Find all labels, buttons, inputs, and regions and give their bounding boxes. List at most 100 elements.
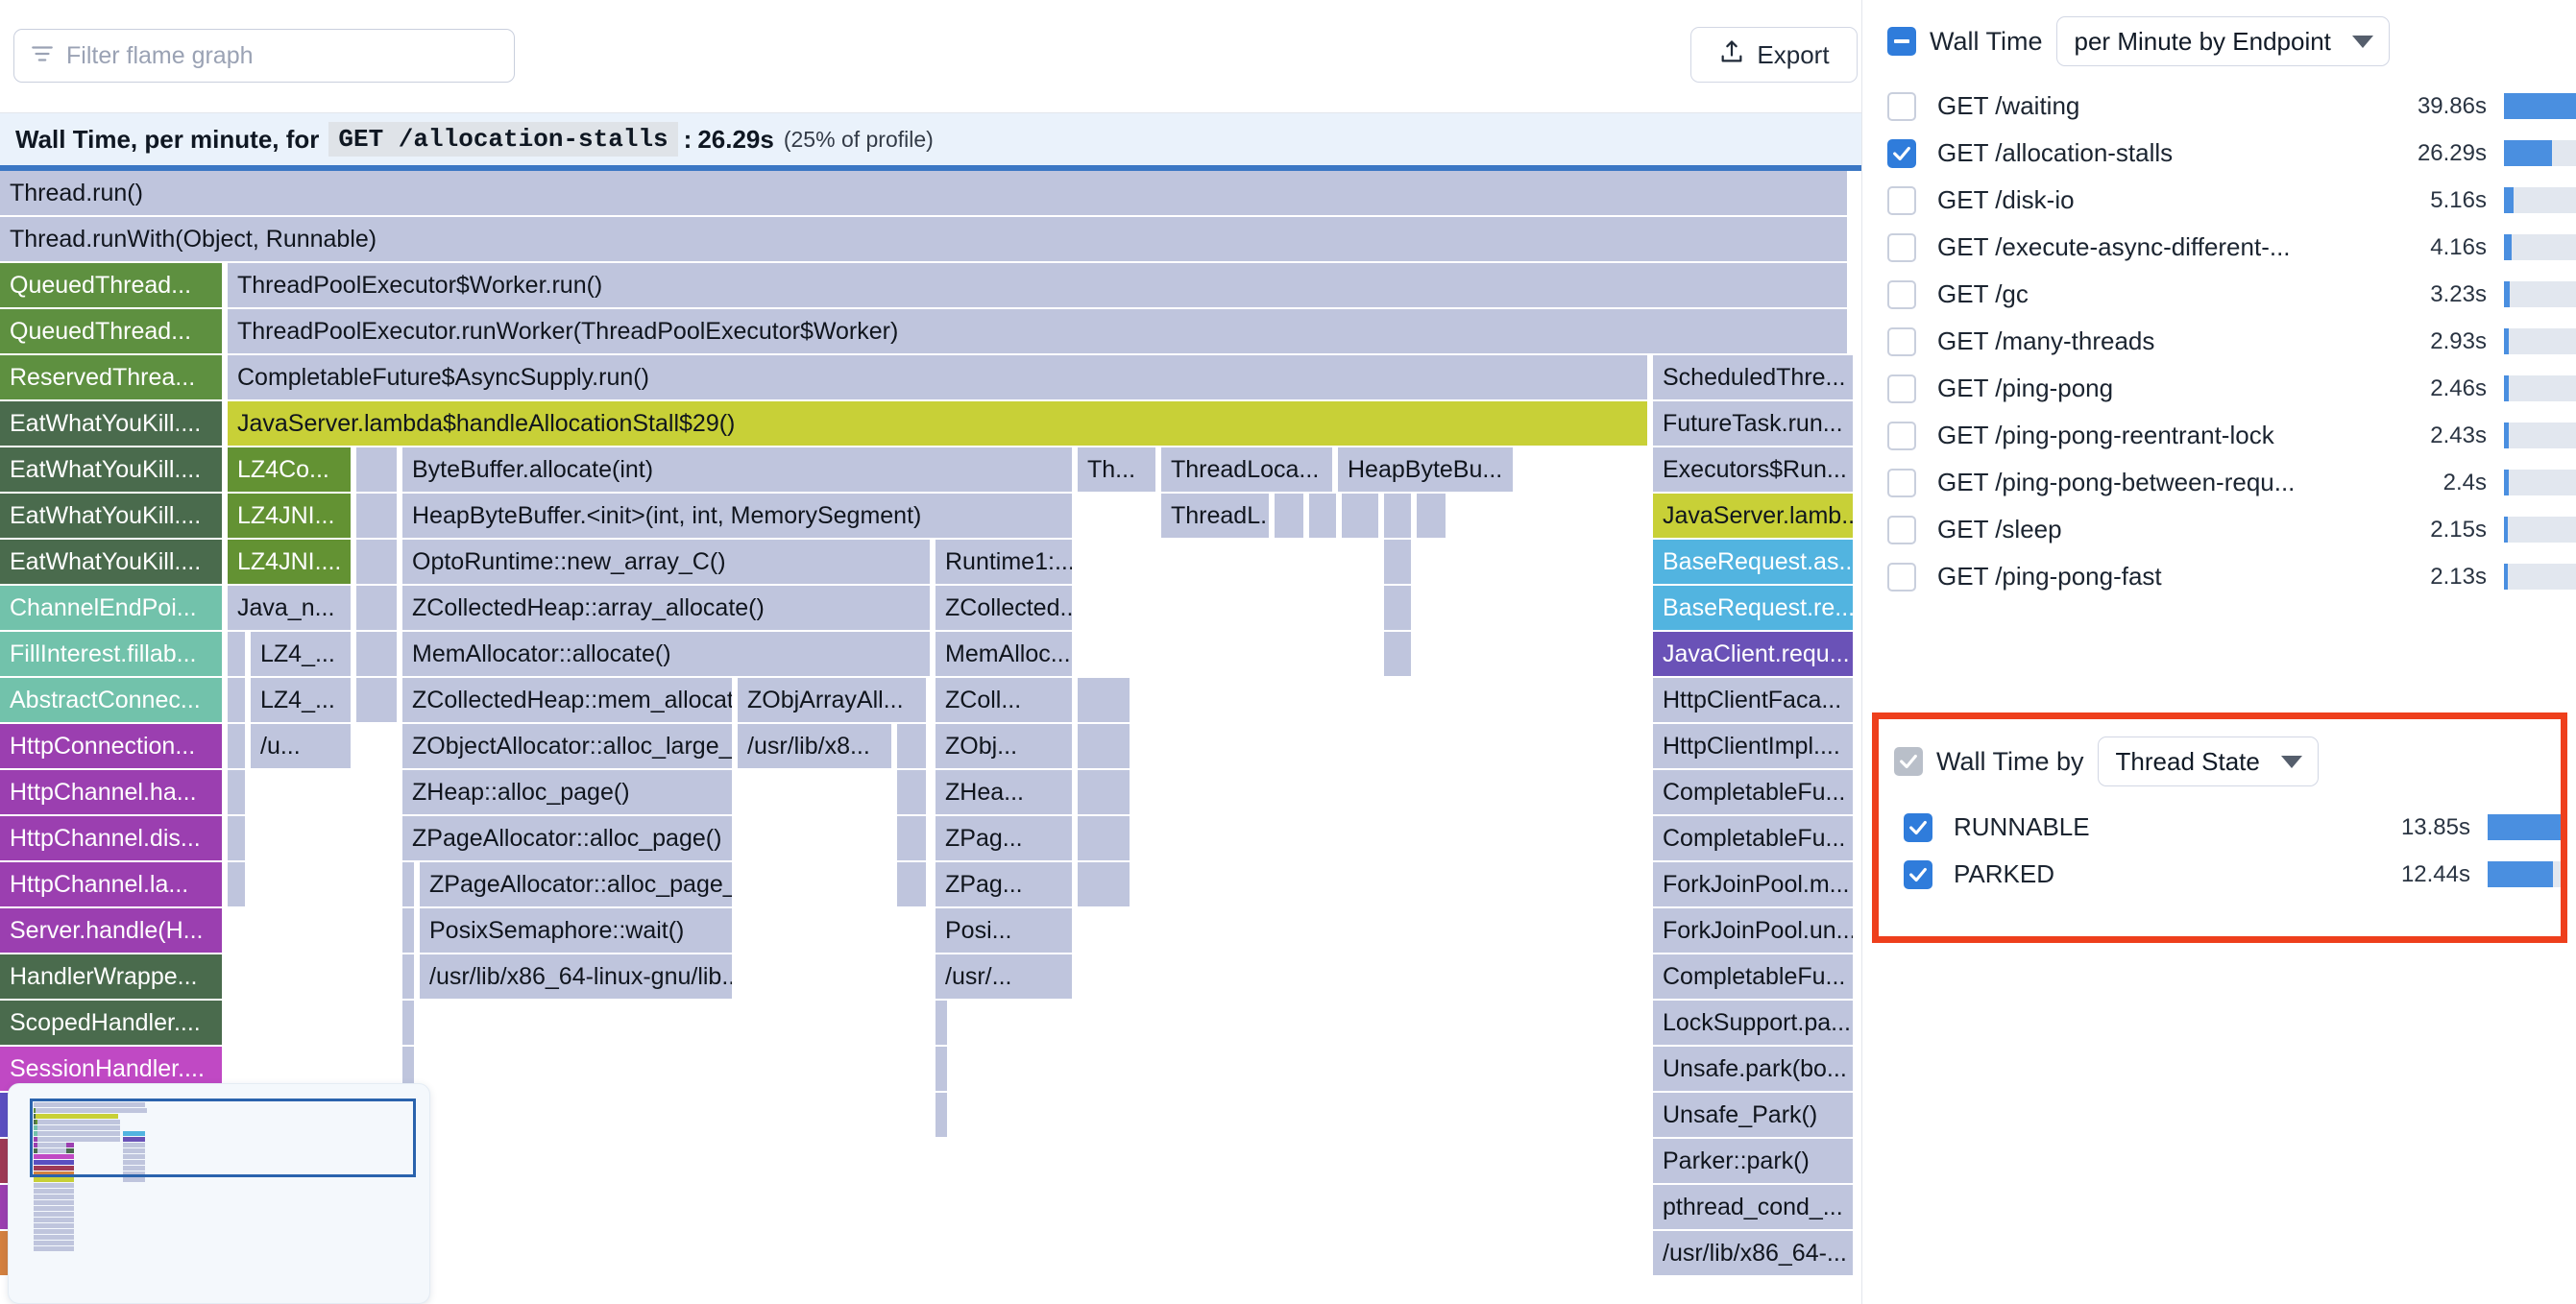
flame-frame[interactable] xyxy=(356,540,399,586)
flame-frame[interactable]: OptoRuntime::new_array_C() xyxy=(402,540,932,586)
list-item[interactable]: GET /gc 3.23s xyxy=(1862,271,2576,318)
flame-frame[interactable]: BaseRequest.re... xyxy=(1653,586,1855,632)
flame-frame[interactable]: PosixSemaphore::wait() xyxy=(420,908,734,954)
flame-frame[interactable]: LZ4JNI... xyxy=(228,494,352,540)
flame-frame[interactable]: Th... xyxy=(1078,447,1157,494)
flame-frame[interactable]: CompletableFu... xyxy=(1653,770,1855,816)
flame-frame[interactable]: EatWhatYouKill.... xyxy=(0,401,224,447)
flame-frame[interactable]: JavaClient.requ... xyxy=(1653,632,1855,678)
row-checkbox[interactable] xyxy=(1887,232,1916,262)
flame-frame[interactable] xyxy=(356,494,399,540)
flame-frame[interactable]: Posi... xyxy=(936,908,1074,954)
flame-frame[interactable]: ZCollectedHeap::array_allocate() xyxy=(402,586,932,632)
flame-frame[interactable] xyxy=(936,1001,949,1047)
flame-frame[interactable]: HttpConnection... xyxy=(0,724,224,770)
flame-frame[interactable]: LZ4Co... xyxy=(228,447,352,494)
flame-frame[interactable]: ZCollectedHeap::mem_allocat... xyxy=(402,678,734,724)
flame-frame[interactable]: ZObj... xyxy=(936,724,1074,770)
row-checkbox[interactable] xyxy=(1887,421,1916,450)
flame-frame[interactable] xyxy=(897,724,928,770)
flame-frame[interactable]: Unsafe.park(bo... xyxy=(1653,1047,1855,1093)
flame-frame[interactable] xyxy=(356,586,399,632)
flame-frame[interactable]: /usr/lib/x86_64-linux-gnu/lib... xyxy=(420,954,734,1001)
flame-frame[interactable] xyxy=(1384,632,1413,678)
flame-frame[interactable]: JavaServer.lamb... xyxy=(1653,494,1855,540)
flame-frame[interactable]: HandlerWrappe... xyxy=(0,954,224,1001)
flame-frame[interactable]: EatWhatYouKill.... xyxy=(0,447,224,494)
search-input[interactable] xyxy=(66,41,498,70)
row-checkbox[interactable] xyxy=(1887,374,1916,403)
flame-frame[interactable] xyxy=(936,1093,949,1139)
flame-frame[interactable]: FillInterest.fillab... xyxy=(0,632,224,678)
flame-frame[interactable] xyxy=(897,862,928,908)
flame-frame[interactable]: HttpClientFaca... xyxy=(1653,678,1855,724)
flame-frame[interactable]: JavaServer.lambda$handleAllocationStall$… xyxy=(228,401,1649,447)
row-checkbox[interactable] xyxy=(1904,859,1932,889)
flame-frame[interactable]: ZCollected... xyxy=(936,586,1074,632)
flame-frame[interactable]: ChannelEndPoi... xyxy=(0,586,224,632)
flame-frame[interactable]: AbstractConnec... xyxy=(0,678,224,724)
flame-frame[interactable]: ForkJoinPool.un... xyxy=(1653,908,1855,954)
flame-frame[interactable]: MemAlloc... xyxy=(936,632,1074,678)
list-item[interactable]: GET /allocation-stalls 26.29s xyxy=(1862,130,2576,177)
flame-frame[interactable]: /u... xyxy=(251,724,352,770)
list-item[interactable]: GET /ping-pong-fast 2.13s xyxy=(1862,553,2576,600)
flame-frame[interactable]: ScheduledThre... xyxy=(1653,355,1855,401)
flame-frame[interactable]: /usr/lib/x8... xyxy=(738,724,893,770)
row-checkbox[interactable] xyxy=(1887,562,1916,592)
flame-frame[interactable]: LZ4_... xyxy=(251,678,352,724)
flame-frame[interactable]: HttpChannel.dis... xyxy=(0,816,224,862)
flame-frame[interactable]: Parker::park() xyxy=(1653,1139,1855,1185)
filter-flame-graph-box[interactable] xyxy=(13,29,515,83)
flame-frame[interactable]: QueuedThread... xyxy=(0,263,224,309)
flame-frame[interactable]: Server.handle(H... xyxy=(0,908,224,954)
thread-state-section-checkbox[interactable] xyxy=(1894,747,1923,776)
flame-frame[interactable]: ZPageAllocator::alloc_page_st... xyxy=(420,862,734,908)
flame-frame[interactable] xyxy=(1078,770,1131,816)
flame-frame[interactable]: ZObjectAllocator::alloc_large_... xyxy=(402,724,734,770)
flame-frame[interactable] xyxy=(356,678,399,724)
list-item[interactable]: GET /sleep 2.15s xyxy=(1862,506,2576,553)
flame-frame[interactable] xyxy=(402,908,416,954)
flame-frame[interactable] xyxy=(1342,494,1380,540)
flame-frame[interactable] xyxy=(1078,862,1131,908)
flame-frame[interactable] xyxy=(228,770,247,816)
flame-frame[interactable]: BaseRequest.as... xyxy=(1653,540,1855,586)
flame-frame[interactable] xyxy=(897,770,928,816)
flame-frame[interactable] xyxy=(1078,816,1131,862)
list-item[interactable]: RUNNABLE 13.85s xyxy=(1879,804,2561,851)
flame-frame[interactable] xyxy=(1384,494,1413,540)
flame-frame[interactable]: ThreadPoolExecutor$Worker.run() xyxy=(228,263,1849,309)
list-item[interactable]: PARKED 12.44s xyxy=(1879,851,2561,898)
flame-frame[interactable] xyxy=(1309,494,1338,540)
flame-frame[interactable]: ZPag... xyxy=(936,862,1074,908)
flame-frame[interactable] xyxy=(1275,494,1305,540)
flame-frame[interactable]: Thread.run() xyxy=(0,171,1849,217)
flame-frame[interactable] xyxy=(1078,724,1131,770)
row-checkbox[interactable] xyxy=(1904,812,1932,842)
list-item[interactable]: GET /ping-pong-reentrant-lock 2.43s xyxy=(1862,412,2576,459)
flame-frame[interactable]: ScopedHandler.... xyxy=(0,1001,224,1047)
flame-frame[interactable] xyxy=(228,816,247,862)
flame-frame[interactable] xyxy=(1078,678,1131,724)
flame-frame[interactable]: ThreadL... xyxy=(1161,494,1271,540)
flame-frame[interactable]: LZ4_... xyxy=(251,632,352,678)
flame-frame[interactable]: ThreadLoca... xyxy=(1161,447,1334,494)
flame-frame[interactable]: ZHea... xyxy=(936,770,1074,816)
flame-frame[interactable]: Thread.runWith(Object, Runnable) xyxy=(0,217,1849,263)
flame-frame[interactable] xyxy=(402,954,416,1001)
flame-frame[interactable] xyxy=(356,632,399,678)
flame-frame[interactable]: Executors$Run... xyxy=(1653,447,1855,494)
flame-frame[interactable] xyxy=(228,632,247,678)
flame-frame[interactable] xyxy=(1384,586,1413,632)
flame-frame[interactable]: /usr/... xyxy=(936,954,1074,1001)
flame-frame[interactable]: HttpClientImpl.... xyxy=(1653,724,1855,770)
flame-frame[interactable] xyxy=(228,724,247,770)
row-checkbox[interactable] xyxy=(1887,515,1916,544)
flame-frame[interactable] xyxy=(402,862,416,908)
row-checkbox[interactable] xyxy=(1887,185,1916,215)
flame-frame[interactable]: ZPag... xyxy=(936,816,1074,862)
flame-frame[interactable]: HttpChannel.ha... xyxy=(0,770,224,816)
row-checkbox[interactable] xyxy=(1887,91,1916,121)
flame-frame[interactable] xyxy=(936,1047,949,1093)
